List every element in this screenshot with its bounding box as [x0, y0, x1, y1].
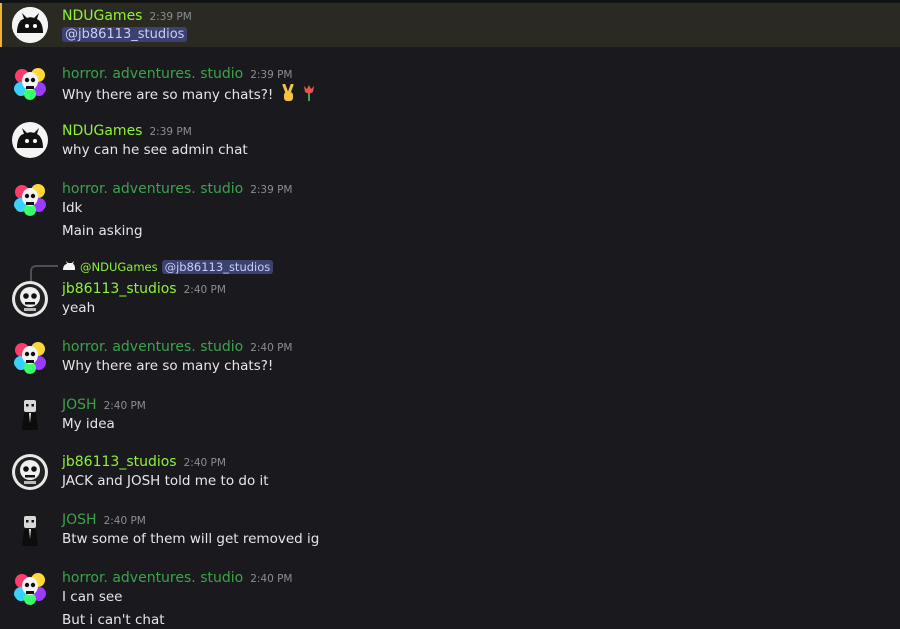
- cat-avatar-icon: [12, 7, 48, 43]
- avatar[interactable]: [12, 7, 48, 43]
- author-name[interactable]: jb86113_studios: [62, 281, 177, 297]
- timestamp[interactable]: 2:40 PM: [250, 342, 292, 354]
- tulip-icon[interactable]: [302, 84, 316, 106]
- timestamp[interactable]: 2:40 PM: [104, 400, 146, 412]
- message-text: Why there are so many chats?!: [62, 87, 274, 103]
- author-name[interactable]: NDUGames: [62, 123, 142, 139]
- author-name[interactable]: jb86113_studios: [62, 454, 177, 470]
- reply-preview[interactable]: @NDUGames @jb86113_studios: [62, 260, 274, 274]
- message-header: jb86113_studios 2:40 PM: [62, 281, 226, 297]
- skull-rainbow-avatar-icon: [12, 64, 48, 100]
- message-text: why can he see admin chat: [62, 142, 248, 158]
- author-name[interactable]: horror. adventures. studio: [62, 570, 243, 586]
- author-name[interactable]: horror. adventures. studio: [62, 339, 243, 355]
- cat-avatar-icon: [62, 260, 76, 274]
- message-content: @jb86113_studios: [62, 26, 188, 42]
- message-text: Why there are so many chats?!: [62, 358, 274, 374]
- message-text: I can see: [62, 589, 123, 605]
- timestamp[interactable]: 2:40 PM: [250, 573, 292, 585]
- skull-rainbow-avatar-icon: [12, 180, 48, 216]
- timestamp[interactable]: 2:39 PM: [149, 11, 191, 23]
- message-header: horror. adventures. studio 2:40 PM: [62, 339, 293, 355]
- timestamp[interactable]: 2:40 PM: [104, 515, 146, 527]
- timestamp[interactable]: 2:40 PM: [184, 284, 226, 296]
- message-header: JOSH 2:40 PM: [62, 512, 146, 528]
- suit-figure-avatar-icon: [12, 396, 48, 432]
- avatar[interactable]: [12, 180, 48, 216]
- suit-figure-avatar-icon: [12, 512, 48, 548]
- message-header: jb86113_studios 2:40 PM: [62, 454, 226, 470]
- message-content: Why there are so many chats?!: [62, 83, 316, 106]
- message-text: JACK and JOSH told me to do it: [62, 473, 269, 489]
- author-name[interactable]: JOSH: [62, 512, 97, 528]
- message-text: yeah: [62, 300, 96, 316]
- skull-rainbow-avatar-icon: [12, 569, 48, 605]
- author-name[interactable]: NDUGames: [62, 8, 142, 24]
- message-header: NDUGames 2:39 PM: [62, 123, 192, 139]
- victory-hand-icon[interactable]: [280, 83, 296, 106]
- message-text: Idk: [62, 200, 83, 216]
- message-text: Btw some of them will get removed ig: [62, 531, 320, 547]
- message-text: Main asking: [62, 223, 143, 239]
- avatar[interactable]: [12, 338, 48, 374]
- timestamp[interactable]: 2:39 PM: [149, 126, 191, 138]
- author-name[interactable]: JOSH: [62, 397, 97, 413]
- message-text: But i can't chat: [62, 612, 165, 628]
- avatar[interactable]: [12, 396, 48, 432]
- skull-mono-avatar-icon: [12, 281, 48, 317]
- avatar[interactable]: [12, 512, 48, 548]
- avatar[interactable]: [12, 454, 48, 490]
- avatar[interactable]: [12, 64, 48, 100]
- user-mention[interactable]: @jb86113_studios: [62, 27, 188, 42]
- message-header: horror. adventures. studio 2:40 PM: [62, 570, 293, 586]
- timestamp[interactable]: 2:39 PM: [250, 69, 292, 81]
- message-header: NDUGames 2:39 PM: [62, 8, 192, 24]
- timestamp[interactable]: 2:40 PM: [184, 457, 226, 469]
- message-header: horror. adventures. studio 2:39 PM: [62, 66, 293, 82]
- user-mention[interactable]: @jb86113_studios: [161, 260, 274, 274]
- skull-mono-avatar-icon: [12, 454, 48, 490]
- author-name[interactable]: horror. adventures. studio: [62, 66, 243, 82]
- avatar[interactable]: [12, 122, 48, 158]
- message-header: JOSH 2:40 PM: [62, 397, 146, 413]
- message-header: horror. adventures. studio 2:39 PM: [62, 181, 293, 197]
- cat-avatar-icon: [12, 122, 48, 158]
- reply-author[interactable]: @NDUGames: [80, 260, 158, 274]
- avatar[interactable]: [12, 281, 48, 317]
- reply-spine: [30, 265, 58, 281]
- author-name[interactable]: horror. adventures. studio: [62, 181, 243, 197]
- avatar[interactable]: [12, 569, 48, 605]
- timestamp[interactable]: 2:39 PM: [250, 184, 292, 196]
- skull-rainbow-avatar-icon: [12, 338, 48, 374]
- message-text: My idea: [62, 416, 115, 432]
